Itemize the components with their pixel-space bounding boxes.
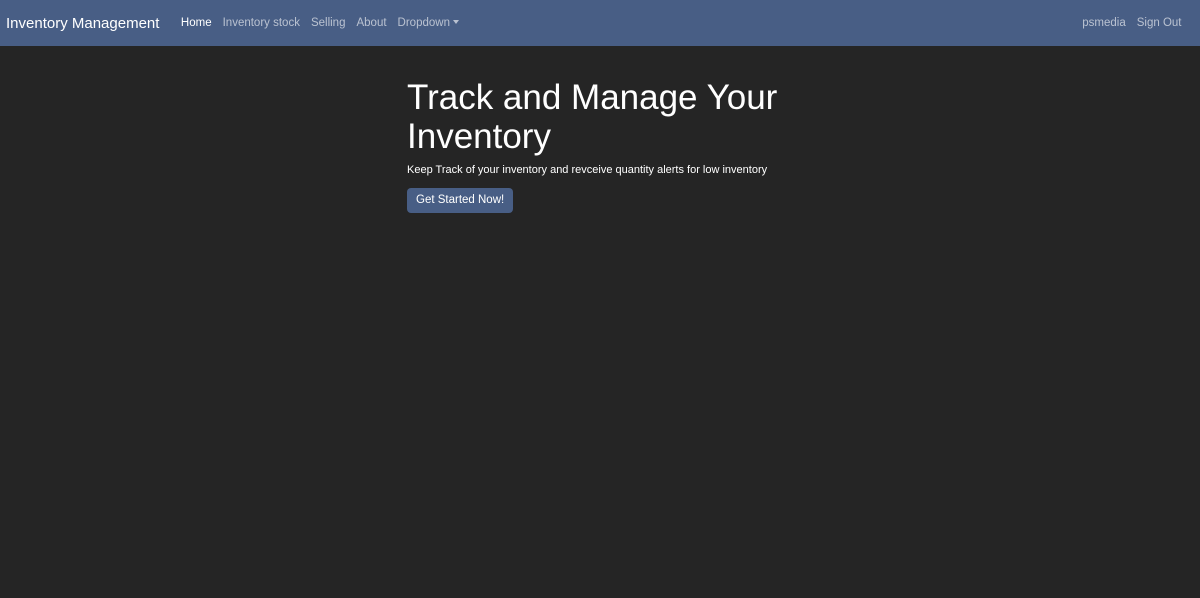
get-started-button[interactable]: Get Started Now! — [407, 188, 514, 213]
hero-lead-text: Keep Track of your inventory and revceiv… — [407, 164, 768, 176]
nav-link-home[interactable]: Home — [175, 17, 217, 29]
nav-user-links: psmedia Sign Out — [1077, 17, 1194, 29]
nav-dropdown-label: Dropdown — [397, 17, 450, 29]
nav-link-user[interactable]: psmedia — [1077, 17, 1131, 29]
hero-section: Track and Manage Your Inventory Keep Tra… — [407, 78, 827, 213]
nav-dropdown-toggle[interactable]: Dropdown — [392, 17, 464, 29]
nav-link-about[interactable]: About — [351, 17, 392, 29]
top-navbar: Inventory Management Home Inventory stoc… — [0, 0, 1200, 46]
nav-links: Home Inventory stock Selling About Dropd… — [175, 17, 464, 29]
nav-link-inventory-stock[interactable]: Inventory stock — [217, 17, 305, 29]
hero-title: Track and Manage Your Inventory — [407, 78, 778, 156]
brand-logo-text[interactable]: Inventory Management — [6, 15, 159, 32]
nav-link-selling[interactable]: Selling — [305, 17, 351, 29]
nav-link-sign-out[interactable]: Sign Out — [1131, 17, 1187, 29]
caret-down-icon — [452, 20, 459, 24]
